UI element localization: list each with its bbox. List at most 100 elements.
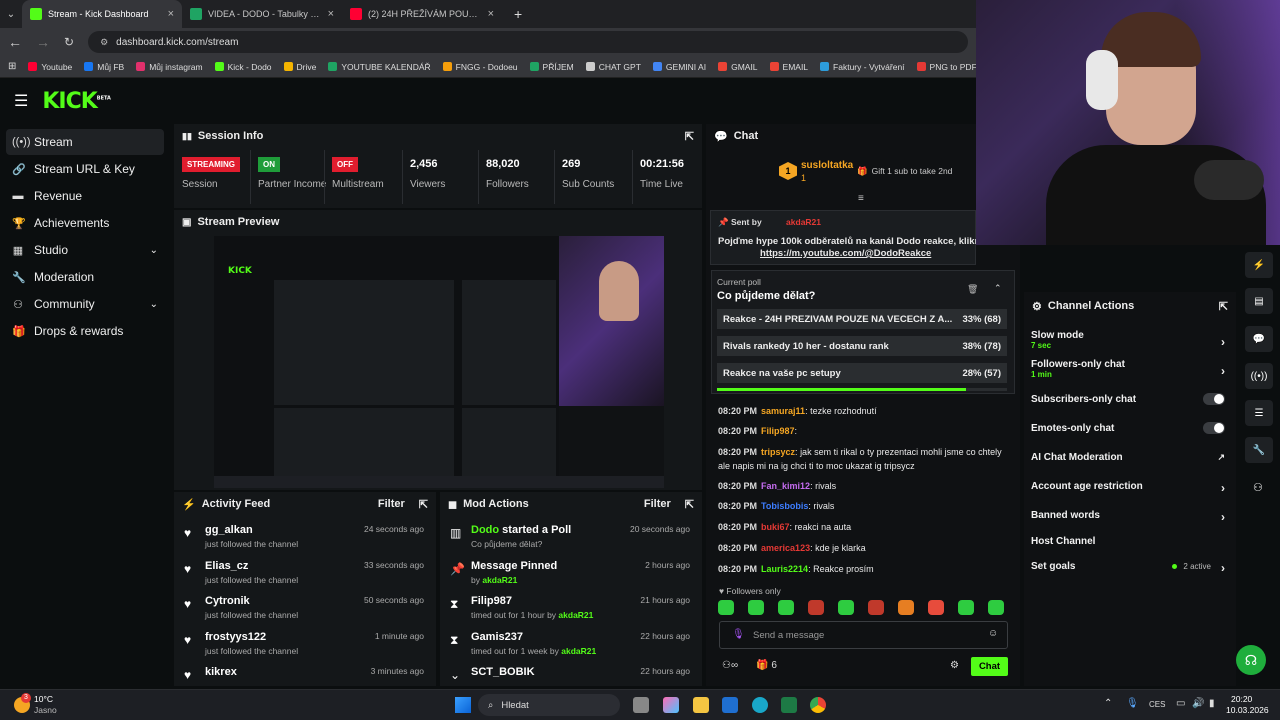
bookmark-item[interactable]: PŘÍJEM <box>529 62 574 72</box>
channel-action[interactable]: Set goals › 2 active <box>1031 561 1231 585</box>
channel-action[interactable]: Account age restriction › <box>1031 481 1231 505</box>
chevron-down-icon[interactable]: ⌄ <box>150 299 158 310</box>
chevron-right-icon[interactable]: › <box>1221 364 1225 378</box>
activity-user[interactable]: Elias_cz <box>205 560 248 572</box>
sidebar-item[interactable]: 🏆 Achievements <box>6 210 164 236</box>
bookmark-item[interactable]: Faktury - Vytváření <box>820 62 905 72</box>
volume-icon[interactable]: 🔊 <box>1192 698 1204 709</box>
mod-actor[interactable]: Dodo <box>471 524 499 536</box>
external-link-icon[interactable]: ↗ <box>1217 452 1225 463</box>
channel-action[interactable]: Followers-only chat 1 min › <box>1031 359 1231 383</box>
forward-icon[interactable]: → <box>36 34 50 50</box>
emote-icon[interactable] <box>958 600 974 615</box>
pinned-user[interactable]: akdaR21 <box>786 217 821 227</box>
bookmark-item[interactable]: Kick - Dodo <box>214 62 272 72</box>
mod-action-user[interactable]: akdaR21 <box>561 646 596 656</box>
activity-filter-button[interactable]: Filter <box>378 498 405 510</box>
emote-icon[interactable] <box>718 600 734 615</box>
battery-icon[interactable]: ▮ <box>1209 698 1215 709</box>
chat-settings-icon[interactable]: ⚙ <box>950 660 959 671</box>
chat-username[interactable]: buki67 <box>761 522 790 532</box>
chevron-right-icon[interactable]: › <box>1221 561 1225 575</box>
tab-close-icon[interactable]: × <box>488 8 494 20</box>
popout-icon[interactable]: ⇱ <box>685 130 694 143</box>
chevron-right-icon[interactable]: › <box>1221 335 1225 349</box>
back-icon[interactable]: ← <box>8 34 22 50</box>
copilot-icon[interactable] <box>663 697 679 713</box>
emote-icon[interactable] <box>838 600 854 615</box>
chat-username[interactable]: Fan_kimi12 <box>761 481 810 491</box>
bookmark-item[interactable]: GMAIL <box>718 62 758 72</box>
emote-icon[interactable] <box>748 600 764 615</box>
chevron-right-icon[interactable]: › <box>1221 481 1225 495</box>
bookmark-item[interactable]: FNGG - Dodoeu <box>442 62 518 72</box>
rail-people-icon[interactable]: ⚇ <box>1253 481 1263 494</box>
taskbar-search[interactable]: ⌕ Hledat <box>478 694 620 716</box>
language-indicator[interactable]: CES <box>1149 700 1165 709</box>
poll-option[interactable]: Rivals rankedy 10 her - dostanu rank 38% … <box>717 336 1007 356</box>
gift-sub-button[interactable]: 🎁 Gift 1 sub to take 2nd <box>857 166 952 177</box>
pinned-link[interactable]: https://m.youtube.com/@DodoReakce <box>760 248 931 259</box>
url-field[interactable]: ⚙ dashboard.kick.com/stream <box>88 31 968 53</box>
edge-icon[interactable] <box>752 697 768 713</box>
mic-icon[interactable]: 🎙 <box>732 629 745 640</box>
bookmark-item[interactable]: Youtube <box>28 62 72 72</box>
rail-wrench-icon[interactable]: 🔧 <box>1245 437 1273 463</box>
kick-logo[interactable]: KICKBETA <box>42 89 111 114</box>
popout-icon[interactable]: ⇱ <box>1219 300 1228 313</box>
network-icon[interactable]: ▭ <box>1176 698 1185 709</box>
bookmark-item[interactable]: Můj instagram <box>136 62 203 72</box>
tab-search-button[interactable]: ⌄ <box>0 9 22 20</box>
emote-icon[interactable] <box>778 600 794 615</box>
chat-input[interactable]: 🎙 Send a message ☺ <box>719 621 1008 649</box>
rail-doc-icon[interactable]: ▤ <box>1245 288 1273 314</box>
channel-action[interactable]: Host Channel <box>1031 536 1231 560</box>
chat-username[interactable]: samuraj11 <box>761 406 805 416</box>
bookmark-item[interactable]: YOUTUBE KALENDÁŘ <box>328 62 431 72</box>
toggle-switch[interactable] <box>1203 393 1225 405</box>
emote-icon[interactable] <box>808 600 824 615</box>
bookmark-item[interactable]: CHAT GPT <box>585 62 641 72</box>
rail-bolt-icon[interactable]: ⚡ <box>1245 252 1273 278</box>
mod-action-user[interactable]: akdaR21 <box>482 575 517 585</box>
chat-username[interactable]: tripsycz <box>761 447 795 457</box>
browser-tab[interactable]: (2) 24H PŘEŽÍVÁM POUZE NA V × <box>342 0 502 28</box>
channel-action[interactable]: Emotes-only chat <box>1031 422 1231 447</box>
rail-broadcast-icon[interactable]: ((•)) <box>1245 363 1273 389</box>
gift-sub-icon[interactable]: 🎁 6 <box>756 660 777 671</box>
chevron-right-icon[interactable]: › <box>1221 510 1225 524</box>
channel-action[interactable]: Subscribers-only chat <box>1031 393 1231 418</box>
emote-icon[interactable] <box>898 600 914 615</box>
apps-icon[interactable]: ⊞ <box>8 61 16 72</box>
bookmark-item[interactable]: Drive <box>283 62 316 72</box>
activity-user[interactable]: frostyys122 <box>205 631 266 643</box>
browser-tab[interactable]: VIDEA - DODO - Tabulky Googl × <box>182 0 342 28</box>
infinity-icon[interactable]: ⚇∞ <box>722 660 738 671</box>
menu-icon[interactable]: ☰ <box>14 91 28 111</box>
sidebar-item[interactable]: ▦ Studio ⌄ <box>6 237 164 263</box>
sidebar-item[interactable]: 🔧 Moderation <box>6 264 164 290</box>
explorer-icon[interactable] <box>693 697 709 713</box>
tab-close-icon[interactable]: × <box>168 8 174 20</box>
popout-icon[interactable]: ⇱ <box>685 498 694 511</box>
poll-delete-icon[interactable]: 🗑 <box>967 284 978 295</box>
send-chat-button[interactable]: Chat <box>971 657 1008 676</box>
tray-mic-icon[interactable]: 🎙 <box>1126 698 1139 709</box>
emote-icon[interactable] <box>928 600 944 615</box>
rail-list-icon[interactable]: ☰ <box>1245 400 1273 426</box>
task-view-icon[interactable] <box>633 697 649 713</box>
outlook-icon[interactable] <box>722 697 738 713</box>
sidebar-item[interactable]: ((•)) Stream <box>6 129 164 155</box>
toggle-switch[interactable] <box>1203 422 1225 434</box>
sidebar-item[interactable]: ▬ Revenue <box>6 183 164 209</box>
rail-chat-icon[interactable]: 💬 <box>1245 326 1273 352</box>
chat-username[interactable]: Tobisbobis <box>761 501 808 511</box>
bookmark-item[interactable]: GEMINI AI <box>652 62 706 72</box>
channel-action[interactable]: AI Chat Moderation ↗ <box>1031 452 1231 476</box>
chrome-icon[interactable] <box>810 697 826 713</box>
bookmark-item[interactable]: EMAIL <box>769 62 808 72</box>
emoji-icon[interactable]: ☺ <box>988 628 998 639</box>
new-tab-button[interactable]: + <box>514 6 522 22</box>
chat-username[interactable]: Filip987 <box>761 426 795 436</box>
channel-action[interactable]: Slow mode 7 sec › <box>1031 330 1231 354</box>
